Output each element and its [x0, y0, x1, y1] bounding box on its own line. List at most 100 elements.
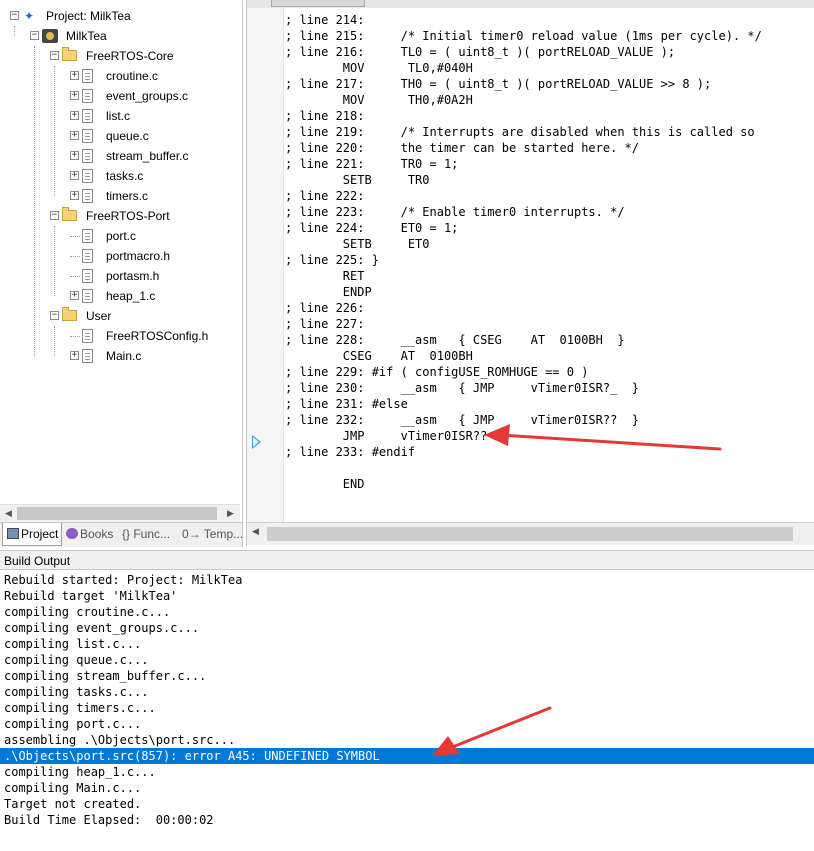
code-line[interactable]: ; line 217: TH0 = ( uint8_t )( portRELOA… [285, 76, 813, 92]
build-output-line[interactable]: Rebuild started: Project: MilkTea [0, 572, 814, 588]
editor-tab-port-src[interactable] [271, 0, 365, 7]
scroll-thumb[interactable] [17, 507, 217, 520]
collapse-icon[interactable]: − [10, 11, 19, 20]
code-line[interactable]: SETB TR0 [285, 172, 813, 188]
build-output-line[interactable]: compiling heap_1.c... [0, 764, 814, 780]
build-error-line[interactable]: .\Objects\port.src(857): error A45: UNDE… [0, 748, 814, 764]
code-line[interactable]: ; line 216: TL0 = ( uint8_t )( portRELOA… [285, 44, 813, 60]
file-icon [82, 349, 93, 363]
tree-item-heap-1-c[interactable]: + heap_1.c [0, 286, 240, 306]
tab-templates[interactable]: 0→ Temp... [180, 523, 242, 545]
expand-icon[interactable]: + [70, 91, 79, 100]
build-output-line[interactable]: compiling Main.c... [0, 780, 814, 796]
project-horizontal-scrollbar[interactable]: ◀ ▶ [0, 504, 240, 522]
tree-item-timers-c[interactable]: + timers.c [0, 186, 240, 206]
build-output-line[interactable]: compiling timers.c... [0, 700, 814, 716]
build-output-line[interactable]: Target not created. [0, 796, 814, 812]
code-line[interactable]: ; line 226: [285, 300, 813, 316]
file-icon [82, 329, 93, 343]
tree-item-port-c[interactable]: port.c [0, 226, 240, 246]
build-output-lines[interactable]: Rebuild started: Project: MilkTea Rebuild… [0, 572, 814, 828]
tree-item-portasm-h[interactable]: portasm.h [0, 266, 240, 286]
expand-icon[interactable]: + [70, 191, 79, 200]
expand-icon[interactable]: + [70, 351, 79, 360]
build-output-line[interactable]: assembling .\Objects\port.src... [0, 732, 814, 748]
build-output-line[interactable]: compiling list.c... [0, 636, 814, 652]
code-line[interactable]: ; line 231: #else [285, 396, 813, 412]
code-line[interactable]: MOV TL0,#040H [285, 60, 813, 76]
tree-item-event-groups-c[interactable]: + event_groups.c [0, 86, 240, 106]
code-line[interactable] [285, 460, 813, 476]
tree-item-project-milktea[interactable]: − ✦ Project: MilkTea [0, 6, 240, 26]
code-line[interactable]: ; line 218: [285, 108, 813, 124]
code-line[interactable]: CSEG AT 0100BH [285, 348, 813, 364]
tree-item-croutine-c[interactable]: + croutine.c [0, 66, 240, 86]
code-line[interactable]: SETB ET0 [285, 236, 813, 252]
build-output-line[interactable]: Build Time Elapsed: 00:00:02 [0, 812, 814, 828]
collapse-icon[interactable]: − [50, 51, 59, 60]
code-line[interactable]: ; line 232: __asm { JMP vTimer0ISR?? } [285, 412, 813, 428]
code-line[interactable]: ; line 225: } [285, 252, 813, 268]
expand-icon[interactable]: + [70, 71, 79, 80]
scroll-left-icon[interactable]: ◀ [0, 505, 17, 522]
build-output-line[interactable]: compiling tasks.c... [0, 684, 814, 700]
collapse-icon[interactable]: − [50, 211, 59, 220]
build-output-line[interactable]: compiling stream_buffer.c... [0, 668, 814, 684]
tree-item-stream-buffer-c[interactable]: + stream_buffer.c [0, 146, 240, 166]
tree-item-user[interactable]: − User [0, 306, 240, 326]
tab-books[interactable]: Books [62, 523, 118, 545]
code-line[interactable]: ; line 215: /* Initial timer0 reload val… [285, 28, 813, 44]
expand-icon[interactable]: + [70, 171, 79, 180]
code-line[interactable]: ; line 230: __asm { JMP vTimer0ISR?_ } [285, 380, 813, 396]
tree-item-tasks-c[interactable]: + tasks.c [0, 166, 240, 186]
scroll-thumb[interactable] [267, 527, 793, 541]
build-output-line[interactable]: compiling port.c... [0, 716, 814, 732]
code-line[interactable]: ; line 221: TR0 = 1; [285, 156, 813, 172]
code-line[interactable]: JMP vTimer0ISR?? [285, 428, 813, 444]
expand-icon[interactable]: + [70, 151, 79, 160]
scroll-left-icon[interactable]: ◀ [247, 523, 264, 540]
tab-project[interactable]: Project [2, 523, 62, 546]
code-line[interactable]: MOV TH0,#0A2H [285, 92, 813, 108]
build-output-line[interactable]: compiling event_groups.c... [0, 620, 814, 636]
code-line[interactable]: ; line 233: #endif [285, 444, 813, 460]
tree-item-freertos-port[interactable]: − FreeRTOS-Port [0, 206, 240, 226]
build-output-line[interactable]: compiling croutine.c... [0, 604, 814, 620]
code-line[interactable]: ; line 224: ET0 = 1; [285, 220, 813, 236]
tree-item-portmacro-h[interactable]: portmacro.h [0, 246, 240, 266]
code-line[interactable]: ; line 223: /* Enable timer0 interrupts.… [285, 204, 813, 220]
code-line[interactable]: ; line 228: __asm { CSEG AT 0100BH } [285, 332, 813, 348]
expand-icon[interactable]: + [70, 291, 79, 300]
expand-icon[interactable]: + [70, 111, 79, 120]
tree-item-list-c[interactable]: + list.c [0, 106, 240, 126]
code-editor[interactable]: ; line 214:; line 215: /* Initial timer0… [246, 0, 814, 546]
code-line[interactable]: ; line 229: #if ( configUSE_ROMHUGE == 0… [285, 364, 813, 380]
code-line[interactable]: RET [285, 268, 813, 284]
code-text[interactable]: ; line 214:; line 215: /* Initial timer0… [285, 12, 813, 492]
code-line[interactable]: ENDP [285, 284, 813, 300]
tree-item-freertosconfig-h[interactable]: FreeRTOSConfig.h [0, 326, 240, 346]
build-output-line[interactable]: compiling queue.c... [0, 652, 814, 668]
code-line[interactable]: ; line 220: the timer can be started her… [285, 140, 813, 156]
build-output-panel[interactable]: Rebuild started: Project: MilkTea Rebuild… [0, 572, 814, 851]
tree-item-milktea[interactable]: − MilkTea [0, 26, 240, 46]
collapse-icon[interactable]: − [50, 311, 59, 320]
build-output-line[interactable]: Rebuild target 'MilkTea' [0, 588, 814, 604]
tree-item-label: list.c [106, 109, 130, 123]
code-line[interactable]: ; line 214: [285, 12, 813, 28]
tab-functions[interactable]: {} Func... [120, 523, 180, 545]
code-line[interactable]: ; line 219: /* Interrupts are disabled w… [285, 124, 813, 140]
file-icon [82, 189, 93, 203]
code-line[interactable]: ; line 227: [285, 316, 813, 332]
tree-item-main-c[interactable]: + Main.c [0, 346, 240, 366]
tree-item-queue-c[interactable]: + queue.c [0, 126, 240, 146]
tree-connector [70, 256, 80, 257]
editor-gutter[interactable] [247, 8, 284, 522]
editor-horizontal-scrollbar[interactable]: ◀ [247, 522, 814, 545]
collapse-icon[interactable]: − [30, 31, 39, 40]
scroll-right-icon[interactable]: ▶ [222, 505, 239, 522]
code-line[interactable]: ; line 222: [285, 188, 813, 204]
code-line[interactable]: END [285, 476, 813, 492]
tree-item-freertos-core[interactable]: − FreeRTOS-Core [0, 46, 240, 66]
expand-icon[interactable]: + [70, 131, 79, 140]
